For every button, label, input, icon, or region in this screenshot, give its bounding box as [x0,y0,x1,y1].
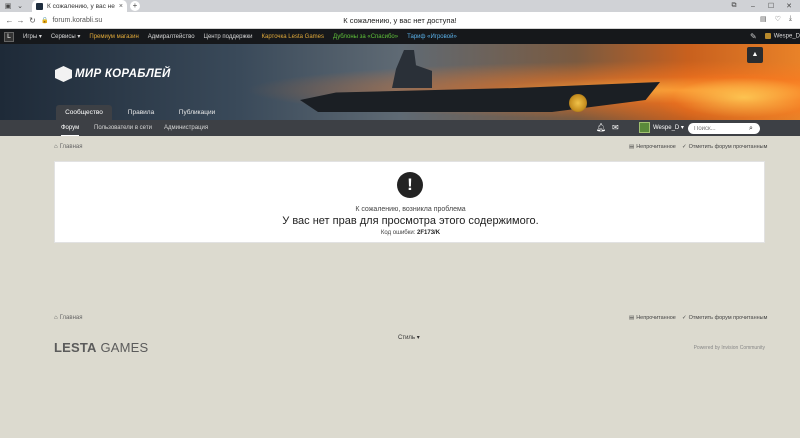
lesta-logo-icon[interactable]: L [4,31,14,42]
chevron-up-icon: ▲ [751,51,759,58]
browser-tab-strip: ▣ ⌄ К сожалению, у вас не × + ⧉ – ☐ ✕ [0,0,800,12]
breadcrumb-top[interactable]: ⌂ Главная [54,143,82,152]
tab-community[interactable]: Сообщество [56,105,112,120]
tab-rules[interactable]: Правила [118,105,164,120]
bookmark-icon[interactable]: ♡ [775,15,781,23]
minimize-icon[interactable]: – [748,1,758,11]
error-panel: ! К сожалению, возникла проблема У вас н… [54,161,765,243]
ship-emblem-art [569,94,587,112]
lesta-games-logo[interactable]: LESTA GAMES [54,340,148,355]
notifications-icon[interactable]: ✎ [750,32,757,41]
service-item-premium-shop[interactable]: Премиум магазин [89,34,138,40]
user-avatar[interactable] [639,122,650,133]
error-code-line: Код ошибки: 2F173/K [55,230,766,236]
mark-read-link-bottom[interactable]: ✓ Отметить форум прочитанным [682,314,767,323]
service-bar: L Игры ▾ Сервисы ▾ Премиум магазин Адмир… [0,29,800,44]
envelope-icon[interactable]: ✉ [612,124,619,132]
unread-icon: ▤ [629,144,635,150]
new-tab-plus-icon[interactable]: + [130,1,140,11]
service-item-tariff[interactable]: Тариф «Игровой» [407,34,457,40]
error-code-label: Код ошибки: [380,230,416,236]
unread-link-top[interactable]: ▤ Непрочитанное [629,143,676,152]
service-item-lesta-card[interactable]: Карточка Lesta Games [262,34,325,40]
search-icon[interactable]: ⌕ [749,124,753,133]
error-code: 2F173/K [417,230,441,236]
service-item-doubloons[interactable]: Дублоны за «Спасибо» [333,34,398,40]
unread-link-bottom[interactable]: ▤ Непрочитанное [629,314,676,323]
tab-menu-chevron-icon[interactable]: ⌄ [15,1,25,11]
check-icon: ✓ [682,144,687,150]
service-item-admiralty[interactable]: Адмиралтейство [148,34,195,40]
mark-read-link-top[interactable]: ✓ Отметить форум прочитанным [682,143,767,152]
window-copy-icon[interactable]: ⧉ [729,1,739,11]
exclamation-icon: ! [397,172,423,198]
service-item-support[interactable]: Центр поддержки [204,34,253,40]
powered-by-link[interactable]: Powered by Invision Community [694,345,765,351]
service-item-services[interactable]: Сервисы ▾ [51,33,81,40]
chat-icon[interactable]: ▤ [760,15,767,23]
tab-publications[interactable]: Публикации [172,105,222,120]
breadcrumb-home: Главная [59,315,83,321]
site-logo[interactable]: МИР КОРАБЛЕЙ [55,66,171,82]
service-user[interactable]: Wespe_D [764,33,800,40]
unread-icon: ▤ [629,315,635,321]
page-title: К сожалению, у вас нет доступа! [343,16,457,25]
breadcrumb-home: Главная [59,144,83,150]
nav-online-users[interactable]: Пользователи в сети [94,120,152,136]
scroll-top-button[interactable]: ▲ [747,47,763,63]
close-tab-icon[interactable]: × [119,3,123,10]
error-message: У вас нет прав для просмотра этого содер… [282,215,539,227]
bell-icon[interactable]: 🔔︎ [596,124,606,132]
forum-favicon-icon [36,2,43,10]
home-icon: ⌂ [54,144,58,150]
browser-tab-title: К сожалению, у вас не [47,2,115,10]
download-icon[interactable]: ⤓ [789,15,792,23]
breadcrumb-bottom[interactable]: ⌂ Главная [54,314,82,323]
brand-shield-icon [55,66,72,82]
profile-icon[interactable]: ▣ [3,1,13,11]
brand-logo-text: МИР КОРАБЛЕЙ [75,68,171,80]
home-icon: ⌂ [54,315,58,321]
nav-forum[interactable]: Форум [61,120,80,136]
nav-administration[interactable]: Администрация [164,120,208,136]
user-avatar [764,33,771,40]
style-selector[interactable]: Стиль ▾ [398,334,420,341]
user-menu[interactable]: Wespe_D ▾ [653,120,684,136]
service-item-games[interactable]: Игры ▾ [23,33,42,40]
error-subtitle: К сожалению, возникла проблема [355,206,466,213]
address-bar: ← → ↻ 🔒 forum.korabli.su К сожалению, у … [0,12,800,29]
browser-tab[interactable]: К сожалению, у вас не × [32,0,127,12]
maximize-icon[interactable]: ☐ [766,1,776,11]
check-icon: ✓ [682,315,687,321]
close-window-icon[interactable]: ✕ [784,1,794,11]
